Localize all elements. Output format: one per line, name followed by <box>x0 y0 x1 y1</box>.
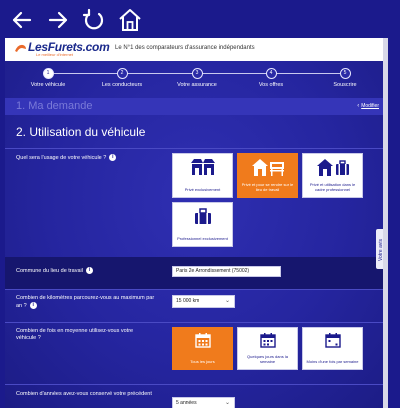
step-number: 5 <box>339 68 351 79</box>
commune-question: Commune du lieu de travail i <box>16 267 93 275</box>
progress-stepper: 1 Votre véhicule 2 Les conducteurs 3 Vot… <box>5 61 388 93</box>
site-logo[interactable]: LesFurets.com Le meilleur d'internet <box>14 40 110 59</box>
info-icon[interactable]: i <box>109 154 117 161</box>
back-button[interactable] <box>8 6 36 34</box>
question-label: Commune du lieu de travail <box>16 267 83 274</box>
briefcase-icon <box>194 208 211 224</box>
step-number: 1 <box>42 68 54 79</box>
shops-icon <box>190 159 215 175</box>
chevron-down-icon: ⌄ <box>224 400 230 406</box>
years-select[interactable]: 5 années ⌄ <box>172 397 235 408</box>
page-scrollbar[interactable] <box>383 38 388 408</box>
option-label: Privé et pour se rendre sur le lieu de t… <box>241 182 294 192</box>
option-label: Professionnel exclusivement <box>177 236 228 241</box>
option-label: Privé et utilisation dans le cadre profe… <box>309 182 356 192</box>
home-office-icon <box>251 159 284 176</box>
step-offres[interactable]: 4 Vos offres <box>241 68 301 88</box>
reload-icon <box>82 8 104 30</box>
step-vehicule[interactable]: 1 Votre véhicule <box>18 68 78 88</box>
home-icon <box>119 9 141 31</box>
calendar-icon <box>194 333 211 348</box>
browser-toolbar <box>0 0 400 40</box>
arrow-right-icon <box>48 11 68 29</box>
calendar-icon <box>324 333 341 348</box>
option-label: Quelques jours dans la semaine <box>247 354 288 364</box>
usage-option-pro-exclusif[interactable]: Professionnel exclusivement <box>172 202 233 247</box>
divider <box>5 322 388 323</box>
frequency-option-some-days[interactable]: Quelques jours dans la semaine <box>237 327 298 370</box>
modify-link[interactable]: ‹ Modifier <box>357 103 379 109</box>
reload-button[interactable] <box>80 6 108 34</box>
select-value: 5 années <box>176 400 197 406</box>
logo-subtitle: Le meilleur d'internet <box>36 52 74 57</box>
calendar-icon <box>259 333 276 348</box>
step-number: 2 <box>116 68 128 79</box>
divider <box>5 289 388 290</box>
step-souscrire[interactable]: 5 Souscrire <box>315 68 375 88</box>
info-icon[interactable]: i <box>29 302 37 309</box>
info-icon[interactable]: i <box>85 267 93 274</box>
home-briefcase-icon <box>316 159 349 176</box>
frequency-option-daily[interactable]: Tous les jours <box>172 327 233 370</box>
usage-question: Quel sera l'usage de votre véhicule ? i <box>16 154 166 162</box>
forward-button[interactable] <box>44 6 72 34</box>
step-number: 4 <box>265 68 277 79</box>
step-label: Souscrire <box>333 82 357 88</box>
site-header: LesFurets.com Le meilleur d'internet Le … <box>5 38 388 61</box>
usage-option-professionnel-mixte[interactable]: Privé et utilisation dans le cadre profe… <box>302 153 363 198</box>
chevron-left-icon: ‹ <box>357 103 360 109</box>
divider <box>5 384 388 385</box>
question-label: Quel sera l'usage de votre véhicule ? <box>16 154 107 161</box>
frequency-option-rarely[interactable]: Moins d'une fois par semaine <box>302 327 363 370</box>
section-title: 1. Ma demande <box>16 100 93 112</box>
step-assurance[interactable]: 3 Votre assurance <box>167 68 227 88</box>
home-button[interactable] <box>116 6 144 34</box>
step-conducteurs[interactable]: 2 Les conducteurs <box>92 68 152 88</box>
furet-logo-icon <box>15 44 26 52</box>
step-number: 3 <box>191 68 203 79</box>
usage-option-travail[interactable]: Privé et pour se rendre sur le lieu de t… <box>237 153 298 198</box>
years-question: Combien d'années avez-vous conservé votr… <box>16 391 152 397</box>
form-area: 1 Votre véhicule 2 Les conducteurs 3 Vot… <box>5 61 388 408</box>
frequency-question: Combien de fois en moyenne utilisez-vous… <box>16 328 134 341</box>
section-title: 2. Utilisation du véhicule <box>16 125 146 139</box>
question-label: Combien de kilomètres parcourez-vous au … <box>16 295 155 309</box>
chevron-down-icon: ⌄ <box>224 298 230 304</box>
commune-input[interactable]: Paris 2e Arrondissement (75002) <box>172 266 281 277</box>
modify-label: Modifier <box>361 103 379 109</box>
step-label: Votre véhicule <box>30 82 66 88</box>
commune-row: Commune du lieu de travail i Paris 2e Arr… <box>5 257 388 289</box>
select-value: 15 000 km <box>176 298 200 304</box>
km-question: Combien de kilomètres parcourez-vous au … <box>16 295 161 310</box>
section-ma-demande: 1. Ma demande ‹ Modifier <box>5 98 388 115</box>
web-page: LesFurets.com Le meilleur d'internet Le … <box>5 38 388 408</box>
divider <box>5 148 388 149</box>
arrow-left-icon <box>12 11 32 29</box>
option-label: Privé exclusivement <box>184 187 221 192</box>
usage-option-prive[interactable]: Privé exclusivement <box>172 153 233 198</box>
step-label: Les conducteurs <box>101 82 143 88</box>
option-label: Tous les jours <box>190 359 215 364</box>
step-label: Votre assurance <box>177 82 217 88</box>
km-select[interactable]: 15 000 km ⌄ <box>172 295 235 308</box>
header-tagline: Le N°1 des comparateurs d'assurance indé… <box>115 45 255 51</box>
step-label: Vos offres <box>258 82 284 88</box>
option-label: Moins d'une fois par semaine <box>306 359 359 364</box>
